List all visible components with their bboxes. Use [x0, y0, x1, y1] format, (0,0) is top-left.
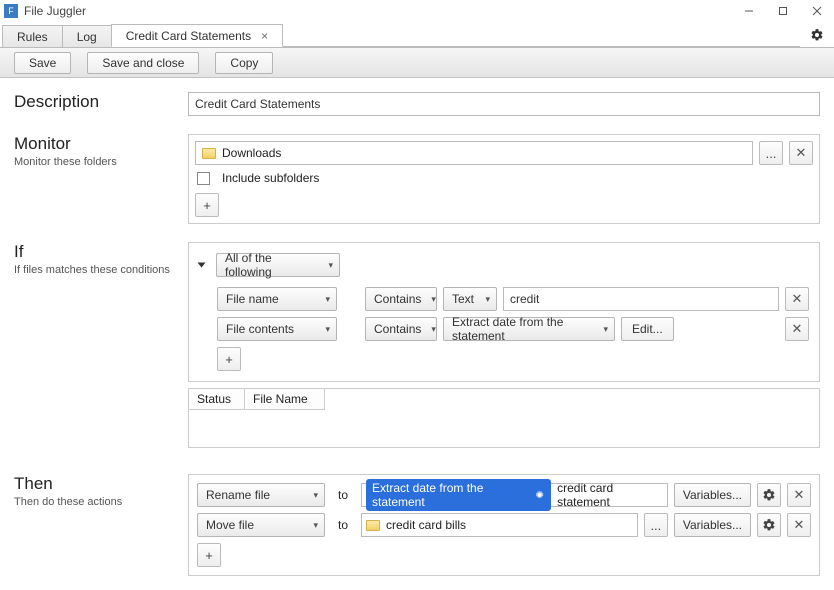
act1-variables-label: Variables... [683, 488, 742, 502]
act1-remove-button[interactable]: ✕ [787, 483, 811, 507]
cond2-edit-label: Edit... [632, 322, 663, 336]
act2-path-text: credit card bills [386, 518, 466, 532]
tab-active-rule[interactable]: Credit Card Statements × [111, 24, 283, 47]
act1-suffix-text: credit card statement [557, 481, 663, 509]
cond1-op-label: Contains [374, 292, 421, 306]
app-icon: F [4, 4, 18, 18]
cond1-value-input[interactable] [503, 287, 779, 311]
if-subheader: If files matches these conditions [14, 264, 188, 276]
save-button-label: Save [29, 56, 56, 70]
folder-icon [202, 148, 216, 159]
act1-to-label: to [331, 488, 355, 502]
act2-settings-button[interactable] [757, 513, 781, 537]
cond2-op-label: Contains [374, 322, 421, 336]
if-header: If [14, 242, 188, 262]
tab-active-label: Credit Card Statements [126, 29, 251, 43]
description-header: Description [14, 92, 188, 112]
then-row: Then Then do these actions Rename file▾ … [14, 474, 820, 576]
act2-browse-button[interactable]: ... [644, 513, 668, 537]
variable-token[interactable]: Extract date from the statement [366, 479, 551, 511]
expand-caret-icon[interactable] [198, 263, 206, 268]
cond2-type-label: Extract date from the statement [452, 315, 593, 343]
cond1-field-dropdown[interactable]: File name▾ [217, 287, 337, 311]
act1-variables-button[interactable]: Variables... [674, 483, 751, 507]
cond1-field-label: File name [226, 292, 279, 306]
app-title: File Juggler [24, 4, 86, 18]
tab-rules-label: Rules [17, 30, 48, 44]
condition-row-1: File name▾ Contains▾ Text▾ ✕ [217, 287, 809, 311]
act2-action-label: Move file [206, 518, 254, 532]
maximize-button[interactable] [766, 0, 800, 22]
save-button[interactable]: Save [14, 52, 71, 74]
act1-settings-button[interactable] [757, 483, 781, 507]
description-row: Description [14, 92, 820, 116]
act2-action-dropdown[interactable]: Move file▾ [197, 513, 325, 537]
cond2-edit-button[interactable]: Edit... [621, 317, 674, 341]
monitor-subheader: Monitor these folders [14, 156, 188, 168]
add-folder-label: + [203, 198, 211, 213]
save-close-button-label: Save and close [102, 56, 184, 70]
monitor-header: Monitor [14, 134, 188, 154]
include-subfolders-checkbox[interactable] [197, 172, 210, 185]
add-action-label: + [205, 548, 213, 563]
cond2-field-label: File contents [226, 322, 294, 336]
if-row: If If files matches these conditions All… [14, 242, 820, 448]
condition-row-2: File contents▾ Contains▾ Extract date fr… [217, 317, 809, 341]
act1-value-box[interactable]: Extract date from the statement credit c… [361, 483, 668, 507]
remove-folder-button[interactable]: ✕ [789, 141, 813, 165]
cond1-op-dropdown[interactable]: Contains▾ [365, 287, 437, 311]
copy-button[interactable]: Copy [215, 52, 273, 74]
condition-mode-dropdown[interactable]: All of the following▾ [216, 253, 340, 277]
action-toolbar: Save Save and close Copy [0, 48, 834, 78]
close-window-button[interactable] [800, 0, 834, 22]
condition-mode-label: All of the following [225, 251, 318, 279]
tab-rules[interactable]: Rules [2, 25, 63, 47]
save-close-button[interactable]: Save and close [87, 52, 199, 74]
settings-button[interactable] [800, 22, 834, 47]
browse-folder-button[interactable]: ... [759, 141, 783, 165]
action-row-2: Move file▾ to credit card bills ... Vari… [197, 513, 811, 537]
browse-label: ... [766, 146, 777, 161]
preview-grid: Status File Name [188, 388, 820, 448]
then-header: Then [14, 474, 188, 494]
add-action-button[interactable]: + [197, 543, 221, 567]
act1-action-label: Rename file [206, 488, 270, 502]
description-input[interactable] [188, 92, 820, 116]
tab-bar: Rules Log Credit Card Statements × [0, 22, 834, 48]
add-folder-button[interactable]: + [195, 193, 219, 217]
cond2-remove-button[interactable]: ✕ [785, 317, 809, 341]
act2-to-label: to [331, 518, 355, 532]
variable-token-label: Extract date from the statement [372, 481, 530, 509]
minimize-button[interactable] [732, 0, 766, 22]
action-row-1: Rename file▾ to Extract date from the st… [197, 483, 811, 507]
act2-browse-label: ... [650, 518, 661, 533]
include-subfolders-label: Include subfolders [222, 171, 319, 185]
title-bar: F File Juggler [0, 0, 834, 22]
monitor-path: Downloads [222, 146, 281, 160]
cond1-type-label: Text [452, 292, 474, 306]
cond2-op-dropdown[interactable]: Contains▾ [365, 317, 437, 341]
tab-log[interactable]: Log [62, 25, 112, 47]
close-tab-icon[interactable]: × [261, 29, 268, 43]
grid-col-filename[interactable]: File Name [245, 389, 325, 410]
cond2-field-dropdown[interactable]: File contents▾ [217, 317, 337, 341]
cond1-remove-button[interactable]: ✕ [785, 287, 809, 311]
add-condition-button[interactable]: + [217, 347, 241, 371]
act2-remove-button[interactable]: ✕ [787, 513, 811, 537]
act2-path-box[interactable]: credit card bills [361, 513, 638, 537]
add-condition-label: + [225, 352, 233, 367]
folder-icon [366, 520, 380, 531]
monitor-row: Monitor Monitor these folders Downloads … [14, 134, 820, 224]
tab-log-label: Log [77, 30, 97, 44]
act1-action-dropdown[interactable]: Rename file▾ [197, 483, 325, 507]
then-subheader: Then do these actions [14, 496, 188, 508]
cond2-type-dropdown[interactable]: Extract date from the statement▾ [443, 317, 615, 341]
act2-variables-button[interactable]: Variables... [674, 513, 751, 537]
token-gear-icon [534, 489, 545, 501]
copy-button-label: Copy [230, 56, 258, 70]
act2-variables-label: Variables... [683, 518, 742, 532]
grid-col-status[interactable]: Status [189, 389, 245, 410]
cond1-type-dropdown[interactable]: Text▾ [443, 287, 497, 311]
